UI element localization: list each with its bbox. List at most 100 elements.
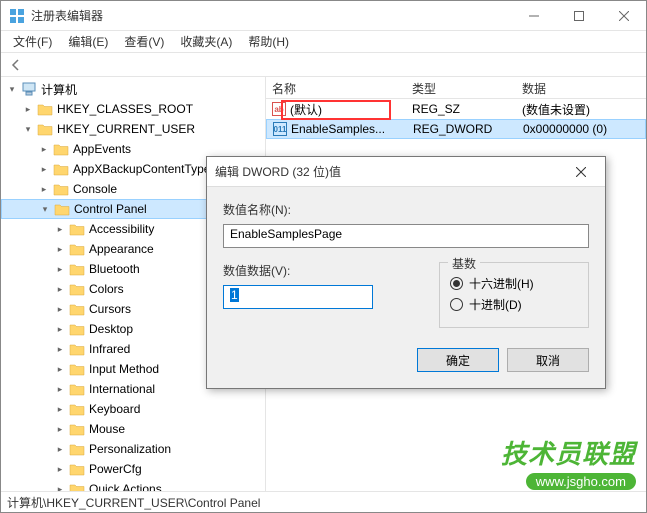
menu-edit[interactable]: 编辑(E) bbox=[60, 31, 116, 52]
expander-icon[interactable]: ▸ bbox=[53, 422, 67, 436]
cancel-button[interactable]: 取消 bbox=[507, 348, 589, 372]
list-row[interactable]: ab (默认) REG_SZ (数值未设置) bbox=[266, 99, 646, 119]
computer-icon bbox=[21, 82, 37, 96]
folder-icon bbox=[69, 462, 85, 476]
ok-button[interactable]: 确定 bbox=[417, 348, 499, 372]
tree-item-label: Bluetooth bbox=[89, 262, 140, 276]
expander-icon[interactable]: ▸ bbox=[21, 102, 35, 116]
expander-icon[interactable]: ▸ bbox=[53, 482, 67, 491]
tree-item-label: AppXBackupContentType bbox=[73, 162, 210, 176]
expander-icon[interactable]: ▾ bbox=[21, 122, 35, 136]
tree-item-label: Control Panel bbox=[74, 202, 147, 216]
tree-item[interactable]: ▾ HKEY_CURRENT_USER bbox=[1, 119, 265, 139]
tree-item[interactable]: ▸ Mouse bbox=[1, 419, 265, 439]
tree-item[interactable]: ▾ 计算机 bbox=[1, 79, 265, 99]
menu-view[interactable]: 查看(V) bbox=[116, 31, 172, 52]
tree-item-label: Desktop bbox=[89, 322, 133, 336]
expander-icon[interactable]: ▸ bbox=[53, 242, 67, 256]
maximize-button[interactable] bbox=[556, 1, 601, 31]
window-title: 注册表编辑器 bbox=[31, 7, 511, 24]
titlebar: 注册表编辑器 bbox=[1, 1, 646, 31]
tree-item-label: Appearance bbox=[89, 242, 154, 256]
list-header: 名称 类型 数据 bbox=[266, 77, 646, 99]
tree-item-label: Infrared bbox=[89, 342, 130, 356]
string-value-icon: ab bbox=[272, 102, 286, 116]
tree-item-label: 计算机 bbox=[41, 81, 77, 98]
dword-value-icon: 011 bbox=[273, 122, 287, 136]
folder-icon bbox=[69, 262, 85, 276]
value-type: REG_SZ bbox=[406, 102, 516, 116]
tree-item-label: Quick Actions bbox=[89, 482, 162, 491]
tree-item-label: AppEvents bbox=[73, 142, 131, 156]
tree-item[interactable]: ▸ PowerCfg bbox=[1, 459, 265, 479]
edit-dword-dialog: 编辑 DWORD (32 位)值 数值名称(N): EnableSamplesP… bbox=[206, 156, 606, 389]
folder-icon bbox=[69, 422, 85, 436]
menubar: 文件(F) 编辑(E) 查看(V) 收藏夹(A) 帮助(H) bbox=[1, 31, 646, 53]
expander-icon[interactable]: ▸ bbox=[53, 462, 67, 476]
tree-item[interactable]: ▸ Personalization bbox=[1, 439, 265, 459]
value-type: REG_DWORD bbox=[407, 122, 517, 136]
radio-hex-indicator bbox=[450, 277, 463, 290]
expander-icon[interactable]: ▸ bbox=[37, 182, 51, 196]
radio-hex[interactable]: 十六进制(H) bbox=[450, 275, 578, 292]
folder-icon bbox=[53, 142, 69, 156]
tree-item-label: HKEY_CLASSES_ROOT bbox=[57, 102, 193, 116]
value-name-label: 数值名称(N): bbox=[223, 201, 589, 218]
expander-icon[interactable]: ▸ bbox=[37, 162, 51, 176]
tree-item[interactable]: ▸ HKEY_CLASSES_ROOT bbox=[1, 99, 265, 119]
expander-icon[interactable]: ▸ bbox=[53, 342, 67, 356]
nav-back-button[interactable] bbox=[5, 55, 27, 75]
tree-item[interactable]: ▸ Keyboard bbox=[1, 399, 265, 419]
dialog-title: 编辑 DWORD (32 位)值 bbox=[215, 163, 565, 180]
expander-icon[interactable]: ▸ bbox=[53, 262, 67, 276]
expander-icon[interactable]: ▸ bbox=[53, 302, 67, 316]
folder-icon bbox=[53, 162, 69, 176]
folder-icon bbox=[69, 402, 85, 416]
menu-favorites[interactable]: 收藏夹(A) bbox=[172, 31, 240, 52]
expander-icon[interactable]: ▸ bbox=[53, 282, 67, 296]
value-data: 0x00000000 (0) bbox=[517, 122, 645, 136]
expander-icon[interactable]: ▸ bbox=[53, 362, 67, 376]
base-legend: 基数 bbox=[448, 255, 480, 272]
expander-icon[interactable]: ▸ bbox=[53, 442, 67, 456]
col-header-type[interactable]: 类型 bbox=[406, 77, 516, 98]
toolbar bbox=[1, 53, 646, 77]
folder-icon bbox=[37, 122, 53, 136]
value-name: EnableSamples... bbox=[291, 122, 385, 136]
expander-icon[interactable]: ▸ bbox=[53, 322, 67, 336]
tree-item-label: Cursors bbox=[89, 302, 131, 316]
folder-icon bbox=[69, 482, 85, 491]
expander-icon[interactable]: ▸ bbox=[37, 142, 51, 156]
expander-icon[interactable]: ▾ bbox=[5, 82, 19, 96]
expander-icon[interactable]: ▸ bbox=[53, 222, 67, 236]
tree-item-label: Colors bbox=[89, 282, 124, 296]
folder-icon bbox=[69, 382, 85, 396]
value-data-label: 数值数据(V): bbox=[223, 262, 409, 279]
expander-icon[interactable]: ▸ bbox=[53, 382, 67, 396]
radio-dec[interactable]: 十进制(D) bbox=[450, 296, 578, 313]
expander-icon[interactable]: ▸ bbox=[53, 402, 67, 416]
tree-item-label: Mouse bbox=[89, 422, 125, 436]
tree-item-label: International bbox=[89, 382, 155, 396]
value-data: (数值未设置) bbox=[516, 101, 646, 118]
menu-file[interactable]: 文件(F) bbox=[5, 31, 60, 52]
dialog-close-button[interactable] bbox=[565, 160, 597, 184]
col-header-data[interactable]: 数据 bbox=[516, 77, 646, 98]
list-body: ab (默认) REG_SZ (数值未设置) 011 EnableSamples… bbox=[266, 99, 646, 139]
app-icon bbox=[9, 8, 25, 24]
tree-item-label: PowerCfg bbox=[89, 462, 142, 476]
close-button[interactable] bbox=[601, 1, 646, 31]
col-header-name[interactable]: 名称 bbox=[266, 77, 406, 98]
statusbar: 计算机\HKEY_CURRENT_USER\Control Panel bbox=[1, 491, 646, 511]
value-name-field[interactable]: EnableSamplesPage bbox=[223, 224, 589, 248]
folder-icon bbox=[69, 302, 85, 316]
value-data-input[interactable]: 1 bbox=[223, 285, 373, 309]
tree-item[interactable]: ▸ Quick Actions bbox=[1, 479, 265, 491]
minimize-button[interactable] bbox=[511, 1, 556, 31]
tree-item-label: HKEY_CURRENT_USER bbox=[57, 122, 195, 136]
tree-item-label: Keyboard bbox=[89, 402, 140, 416]
list-row[interactable]: 011 EnableSamples... REG_DWORD 0x0000000… bbox=[266, 119, 646, 139]
menu-help[interactable]: 帮助(H) bbox=[240, 31, 297, 52]
folder-icon bbox=[69, 362, 85, 376]
expander-icon[interactable]: ▾ bbox=[38, 202, 52, 216]
